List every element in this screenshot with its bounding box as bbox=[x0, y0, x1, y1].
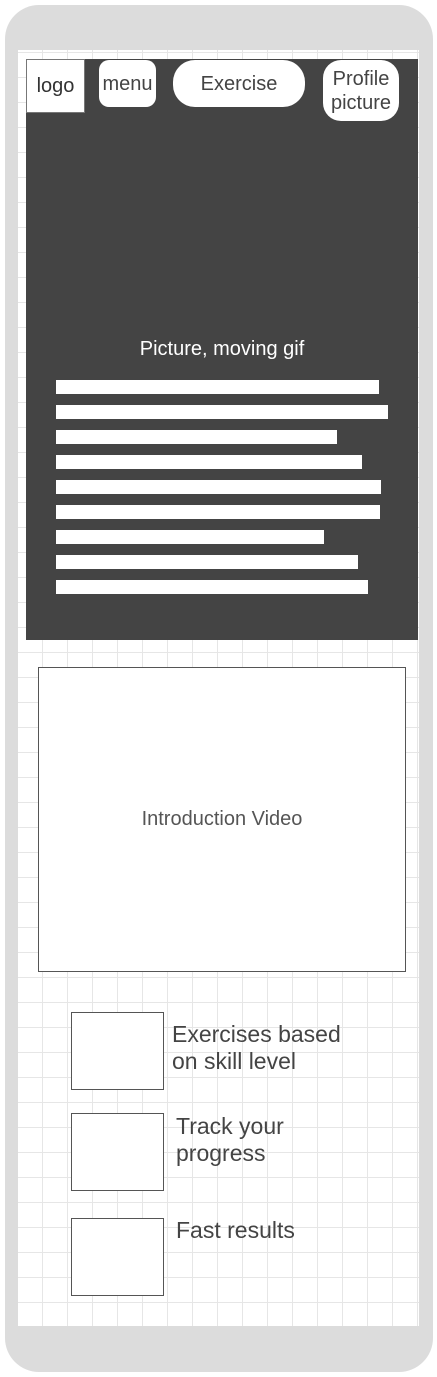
placeholder-text-line bbox=[56, 380, 379, 394]
feature-label: Exercises based on skill level bbox=[172, 1021, 341, 1074]
hero-caption: Picture, moving gif bbox=[139, 338, 305, 360]
feature-label: Fast results bbox=[176, 1217, 295, 1243]
introduction-video[interactable]: Introduction Video bbox=[38, 667, 406, 972]
logo[interactable]: logo bbox=[26, 59, 85, 113]
placeholder-text-line bbox=[56, 455, 362, 469]
placeholder-text-line bbox=[56, 505, 380, 519]
placeholder-text-line bbox=[56, 405, 388, 419]
placeholder-text-line bbox=[56, 480, 381, 494]
profile-picture-label: Profile picture bbox=[330, 67, 392, 114]
exercise-button[interactable]: Exercise bbox=[173, 60, 305, 107]
feature-thumbnail bbox=[71, 1113, 164, 1191]
placeholder-text-line bbox=[56, 555, 358, 569]
placeholder-text-line bbox=[56, 430, 337, 444]
feature-thumbnail bbox=[71, 1218, 164, 1296]
placeholder-text-line bbox=[56, 530, 324, 544]
placeholder-text-line bbox=[56, 580, 368, 594]
introduction-video-label: Introduction Video bbox=[141, 808, 303, 830]
profile-picture-button[interactable]: Profile picture bbox=[323, 60, 399, 121]
menu-button[interactable]: menu bbox=[99, 60, 156, 107]
feature-label: Track your progress bbox=[176, 1113, 284, 1166]
feature-thumbnail bbox=[71, 1012, 164, 1090]
